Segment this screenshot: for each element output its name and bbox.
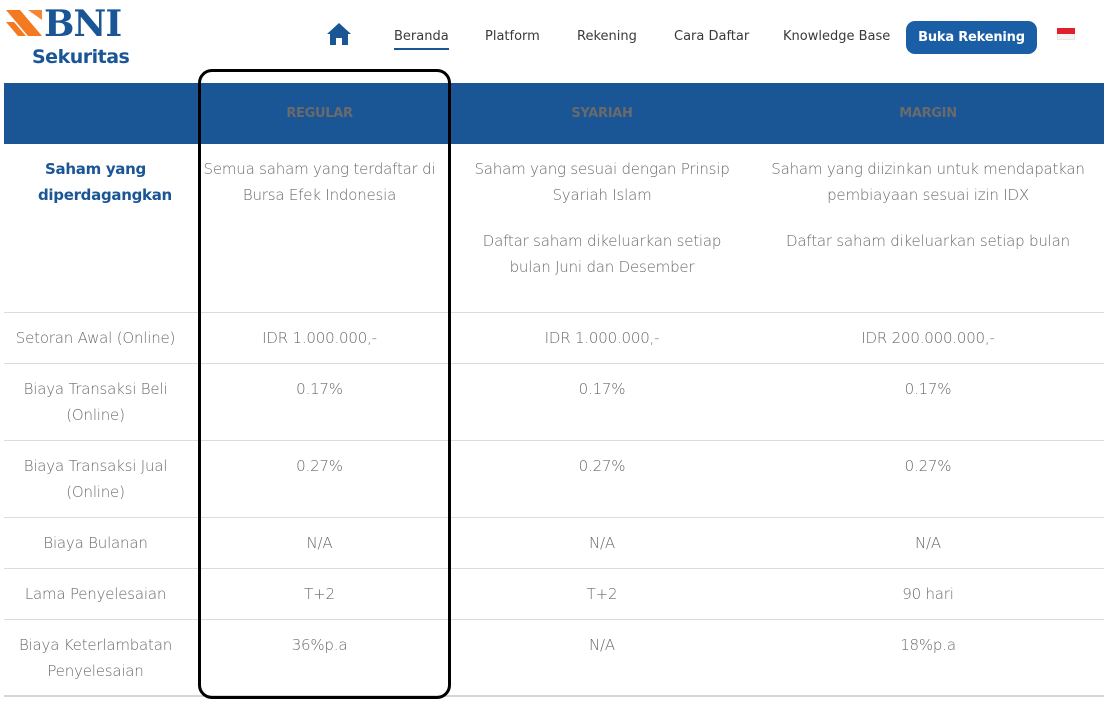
- row-label: Biaya Keterlambatan Penyelesaian: [18, 636, 173, 680]
- table-row: Lama Penyelesaian T+2 T+2 90 hari: [4, 569, 1104, 620]
- syariah-cell: 0.27%: [578, 457, 626, 475]
- syariah-note: Daftar saham dikeluarkan setiap bulan Ju…: [482, 232, 722, 276]
- table-row: Setoran Awal (Online) IDR 1.000.000,- ID…: [4, 313, 1104, 364]
- header-syariah: SYARIAH: [571, 105, 633, 121]
- regular-cell: 0.17%: [296, 380, 343, 398]
- nav-cara-daftar[interactable]: Cara Daftar: [674, 28, 749, 46]
- table-header: REGULAR SYARIAH MARGIN: [4, 83, 1104, 144]
- margin-cell: 90 hari: [902, 585, 954, 603]
- regular-cell: 36%p.a: [291, 636, 348, 654]
- page: BNI Sekuritas Beranda Platform Rekening …: [0, 0, 1109, 705]
- syariah-text: Saham yang sesuai dengan Prinsip Syariah…: [474, 160, 730, 204]
- indonesia-flag-icon[interactable]: [1057, 28, 1075, 40]
- margin-cell: 18%p.a: [900, 636, 956, 654]
- regular-cell: N/A: [306, 534, 333, 552]
- margin-cell: IDR 200.000.000,-: [861, 329, 995, 347]
- regular-text: Semua saham yang terdaftar di Bursa Efek…: [203, 160, 436, 204]
- margin-cell: 0.17%: [904, 380, 952, 398]
- header-regular: REGULAR: [286, 105, 353, 121]
- syariah-cell: IDR 1.000.000,-: [544, 329, 660, 347]
- bni-sekuritas-logo[interactable]: BNI Sekuritas: [4, 3, 134, 70]
- nav-rekening[interactable]: Rekening: [577, 28, 637, 46]
- syariah-cell: 0.17%: [578, 380, 626, 398]
- regular-cell: IDR 1.000.000,-: [262, 329, 377, 347]
- syariah-cell: Saham yang sesuai dengan Prinsip Syariah…: [452, 144, 752, 312]
- regular-cell: 0.27%: [296, 457, 343, 475]
- margin-text: Saham yang diizinkan untuk mendapatkan p…: [771, 160, 1085, 204]
- home-icon[interactable]: [326, 22, 352, 46]
- row-label: Biaya Bulanan: [43, 534, 148, 552]
- table-row: Biaya Keterlambatan Penyelesaian 36%p.a …: [4, 620, 1104, 697]
- row-label: Setoran Awal (Online): [15, 329, 176, 347]
- table-row: Saham yang diperdagangkan Semua saham ya…: [4, 144, 1104, 313]
- logo-subtitle: Sekuritas: [32, 46, 130, 68]
- margin-cell: 0.27%: [904, 457, 952, 475]
- row-label: Biaya Transaksi Beli (Online): [23, 380, 168, 424]
- syariah-cell: N/A: [589, 636, 615, 654]
- header-margin: MARGIN: [899, 105, 957, 121]
- regular-cell: Semua saham yang terdaftar di Bursa Efek…: [187, 144, 452, 312]
- table-row: Biaya Bulanan N/A N/A N/A: [4, 518, 1104, 569]
- buka-rekening-button[interactable]: Buka Rekening: [906, 21, 1037, 54]
- logo-wordmark: BNI: [44, 3, 122, 45]
- nav-knowledge-base[interactable]: Knowledge Base: [783, 28, 890, 46]
- syariah-cell: N/A: [589, 534, 615, 552]
- table-row: Biaya Transaksi Beli (Online) 0.17% 0.17…: [4, 364, 1104, 441]
- row-label: Saham yang diperdagangkan: [38, 160, 172, 204]
- syariah-cell: T+2: [586, 585, 618, 603]
- account-comparison-table: REGULAR SYARIAH MARGIN Saham yang diperd…: [4, 83, 1104, 697]
- bni-logo-mark-icon: [6, 10, 42, 36]
- margin-note: Daftar saham dikeluarkan setiap bulan: [786, 232, 1070, 250]
- site-header: BNI Sekuritas Beranda Platform Rekening …: [0, 0, 1109, 82]
- regular-cell: T+2: [304, 585, 335, 603]
- nav-platform[interactable]: Platform: [485, 28, 540, 46]
- margin-cell: Saham yang diizinkan untuk mendapatkan p…: [752, 144, 1104, 312]
- header-empty: [4, 83, 187, 144]
- margin-cell: N/A: [915, 534, 941, 552]
- table-row: Biaya Transaksi Jual (Online) 0.27% 0.27…: [4, 441, 1104, 518]
- row-label: Biaya Transaksi Jual (Online): [23, 457, 168, 501]
- row-label: Lama Penyelesaian: [24, 585, 167, 603]
- nav-beranda[interactable]: Beranda: [394, 28, 449, 50]
